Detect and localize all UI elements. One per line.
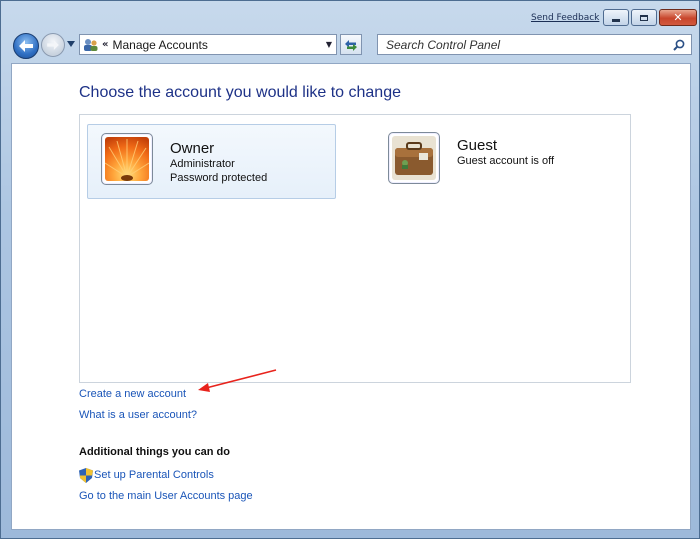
uac-shield-icon — [79, 468, 93, 483]
account-tile-owner[interactable]: Owner Administrator Password protected — [87, 124, 336, 199]
window-caption-buttons: ✕ — [603, 9, 697, 26]
what-is-user-account-link[interactable]: What is a user account? — [79, 409, 197, 421]
search-box[interactable] — [377, 34, 692, 55]
control-panel-window: Send Feedback ✕ « Manage Accounts ▼ Sear… — [0, 0, 700, 539]
breadcrumb-manage-accounts[interactable]: Manage Accounts — [112, 38, 325, 52]
maximize-button[interactable] — [631, 9, 657, 26]
refresh-button[interactable] — [340, 34, 362, 55]
flower-picture-icon — [101, 133, 153, 185]
minimize-icon — [612, 18, 620, 22]
account-password-status: Password protected — [170, 172, 268, 184]
content-pane: Choose the account you would like to cha… — [11, 63, 691, 530]
address-dropdown-icon[interactable]: ▼ — [326, 40, 332, 49]
account-type: Administrator — [170, 158, 235, 170]
search-icon[interactable] — [673, 39, 685, 51]
maximize-icon — [640, 14, 648, 21]
accounts-list: Owner Administrator Password protected G… — [79, 114, 631, 383]
create-account-link[interactable]: Create a new account — [79, 388, 186, 400]
forward-button[interactable] — [41, 33, 65, 57]
account-name: Guest — [457, 137, 498, 154]
suitcase-picture-icon — [388, 132, 440, 184]
recent-pages-dropdown-icon[interactable] — [67, 41, 75, 47]
close-button[interactable]: ✕ — [659, 9, 697, 26]
additional-things-heading: Additional things you can do — [79, 446, 230, 458]
breadcrumb-overflow-icon[interactable]: « — [102, 39, 109, 50]
address-bar[interactable]: « Manage Accounts ▼ — [79, 34, 337, 55]
refresh-arrows-icon — [345, 39, 357, 51]
page-title: Choose the account you would like to cha… — [79, 84, 401, 101]
account-tile-guest[interactable]: Guest Guest account is off — [388, 132, 608, 192]
back-arrow-icon — [19, 40, 33, 52]
owner-details: Owner Administrator Password protected — [170, 133, 267, 185]
account-status: Guest account is off — [457, 155, 555, 167]
search-input[interactable] — [384, 36, 673, 53]
main-user-accounts-link[interactable]: Go to the main User Accounts page — [79, 490, 253, 502]
send-feedback-link[interactable]: Send Feedback — [531, 13, 599, 23]
guest-details: Guest Guest account is off — [457, 130, 554, 168]
close-icon: ✕ — [673, 11, 683, 24]
users-icon — [84, 38, 98, 51]
forward-arrow-icon — [47, 40, 59, 50]
account-name: Owner — [170, 140, 215, 157]
parental-controls-link[interactable]: Set up Parental Controls — [94, 469, 214, 481]
minimize-button[interactable] — [603, 9, 629, 26]
back-button[interactable] — [13, 33, 39, 59]
